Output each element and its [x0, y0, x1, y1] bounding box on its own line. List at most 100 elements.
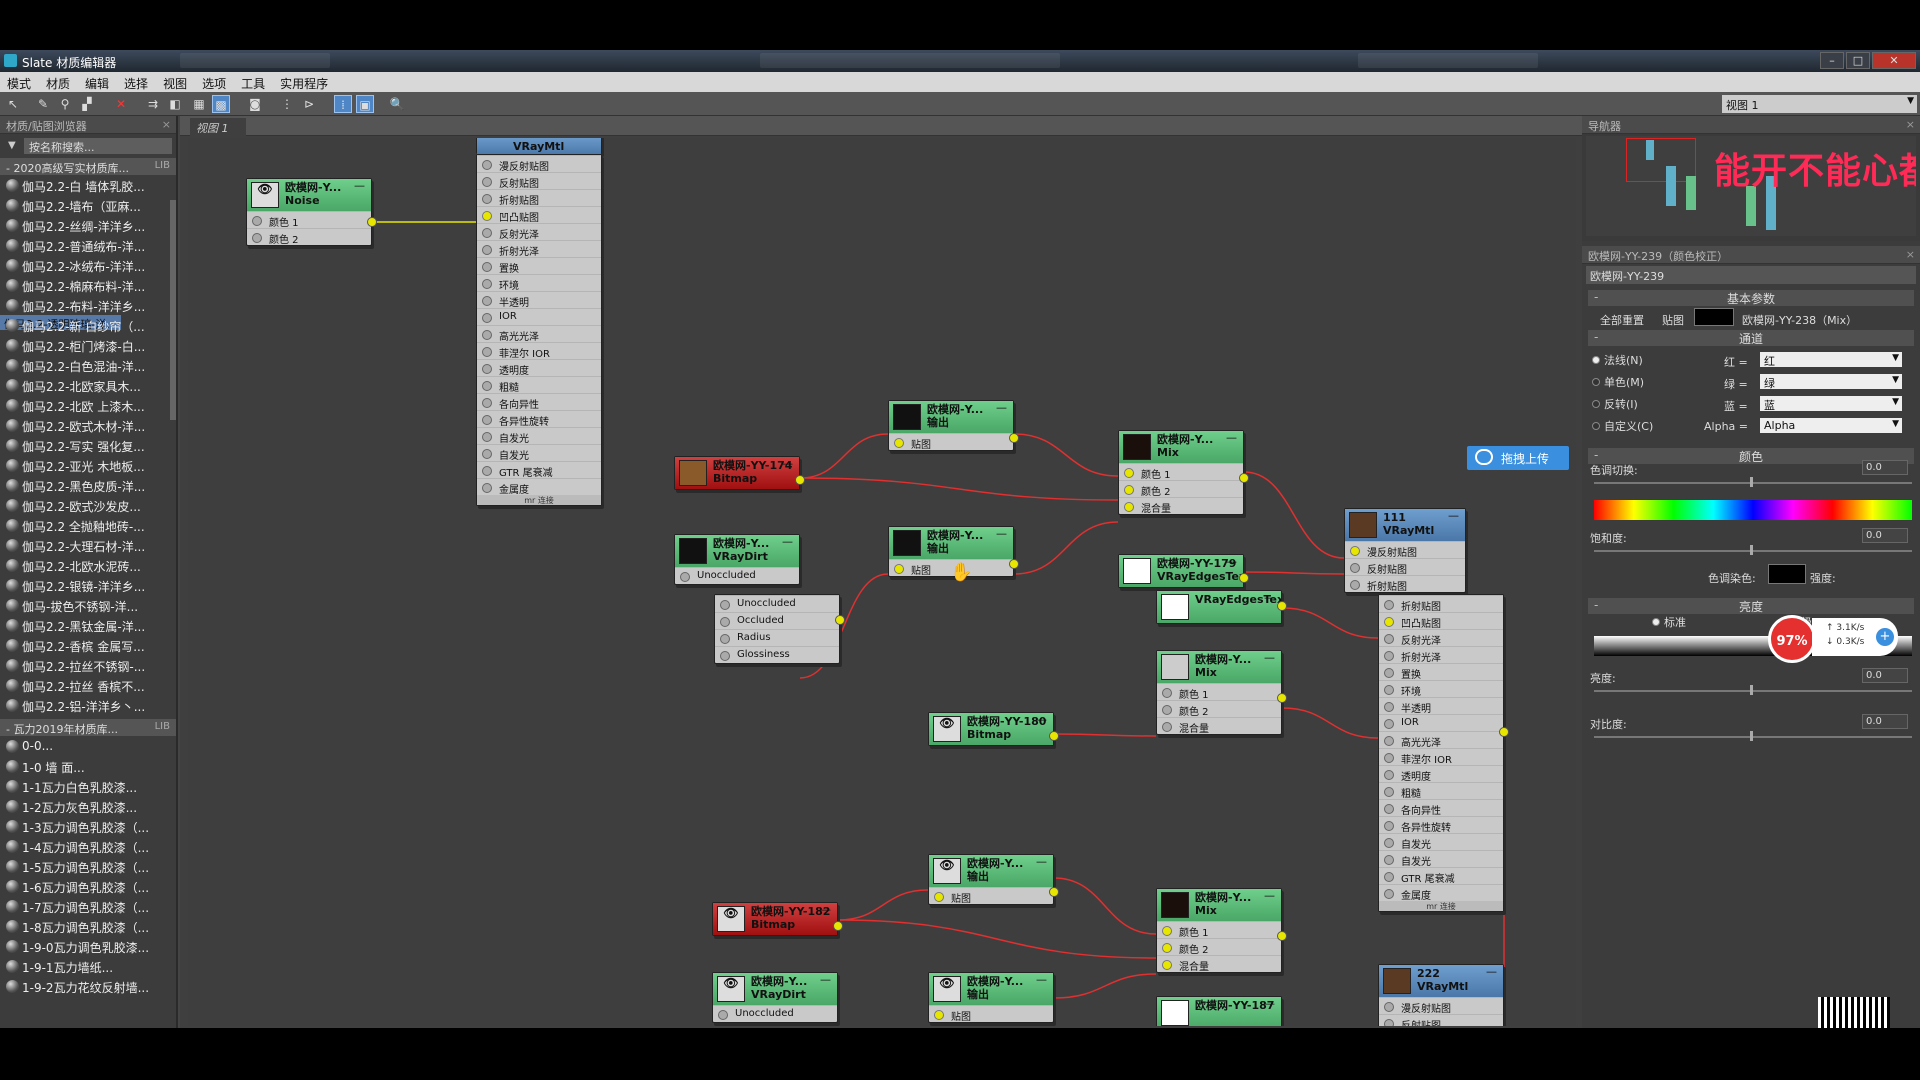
node-header[interactable]: 欧模网-YY-174 Bitmap — — [675, 457, 799, 489]
material-item[interactable]: 伽马2.2-北欧水泥砖... — [0, 555, 176, 575]
node-slot[interactable]: 颜色 1 — [1157, 921, 1281, 939]
red-select[interactable]: 红 ▼ — [1760, 352, 1902, 368]
material-id-icon[interactable]: ◙ — [246, 95, 264, 113]
collapse-icon[interactable]: — — [1486, 965, 1497, 978]
output-socket[interactable] — [367, 217, 377, 227]
collapse-icon[interactable]: — — [1036, 855, 1047, 868]
tint-swatch[interactable] — [1768, 564, 1806, 584]
node-preview[interactable]: 👁 — [933, 858, 961, 884]
node-header[interactable]: 222 VRayMtl — — [1379, 965, 1503, 997]
material-item[interactable]: 伽马2.2-银镜-洋洋乡... — [0, 575, 176, 595]
material-item[interactable]: 伽马2.2-写实 强化复... — [0, 435, 176, 455]
show-map-icon[interactable]: ▞ — [78, 95, 96, 113]
node-slot[interactable]: IOR — [477, 308, 601, 325]
collapse-icon[interactable]: — — [1226, 431, 1237, 444]
maximize-button[interactable]: □ — [1846, 52, 1870, 69]
node-slot[interactable]: Unoccluded — [713, 1005, 837, 1022]
node-slot[interactable]: 自发光 — [477, 427, 601, 445]
material-node[interactable]: VRayMtl — [476, 138, 602, 155]
collapse-icon[interactable]: — — [1036, 713, 1047, 726]
material-item[interactable]: 伽马2.2-黑钛金属-洋... — [0, 615, 176, 635]
connection-wire[interactable] — [837, 919, 1157, 959]
material-item[interactable]: 1-0 墙 面... — [0, 756, 176, 776]
node-slot[interactable]: 折射光泽 — [477, 240, 601, 258]
node-slot[interactable]: 各异性旋转 — [477, 410, 601, 428]
node-slot[interactable]: 反射贴图 — [1345, 558, 1465, 576]
channel-radio[interactable]: 单色(M) — [1592, 374, 1644, 390]
material-node[interactable]: 👁 欧模网-YY-180 Bitmap — — [928, 712, 1059, 746]
pick-material-icon[interactable]: ✎ — [34, 95, 52, 113]
node-slot[interactable]: 自发光 — [1379, 850, 1503, 868]
tab-view1[interactable]: 视图 1 — [190, 118, 246, 136]
node-slot[interactable]: 贴图 — [929, 887, 1053, 905]
node-slot[interactable]: 混合量 — [1157, 717, 1281, 735]
node-slot[interactable]: 贴图 — [929, 1005, 1053, 1023]
node-slot[interactable]: GTR 尾衰减 — [477, 461, 601, 479]
output-socket[interactable] — [1239, 473, 1249, 483]
material-node[interactable]: 222VRayMtl—漫反射贴图反射贴图 — [1378, 964, 1504, 1026]
material-node[interactable]: 欧模网-YY-174 Bitmap — — [674, 456, 805, 490]
reset-all-button[interactable]: 全部重置 — [1600, 312, 1644, 328]
material-item[interactable]: 伽马2.2-棉麻布料-洋... — [0, 275, 176, 295]
material-item[interactable]: 伽马2.2-香槟 金属写... — [0, 635, 176, 655]
connection-wire[interactable] — [1053, 733, 1157, 737]
node-slot[interactable]: 粗糙 — [1379, 782, 1503, 800]
connection-wire[interactable] — [1243, 471, 1345, 559]
node-slot[interactable]: 金属度 — [477, 478, 601, 496]
menu-item[interactable]: 编辑 — [78, 72, 117, 92]
menu-item[interactable]: 材质 — [39, 72, 78, 92]
node-slot[interactable]: Glossiness — [715, 646, 839, 663]
node-slot[interactable]: 各异性旋转 — [1379, 816, 1503, 834]
material-item[interactable]: 伽马2.2-北欧 上漆木... — [0, 395, 176, 415]
channel-radio[interactable]: 法线(N) — [1592, 352, 1643, 368]
rollout-channel[interactable]: - 通道 — [1588, 330, 1914, 346]
upload-button[interactable]: 拖拽上传 — [1467, 446, 1569, 470]
material-item[interactable]: 1-2瓦力灰色乳胶漆... — [0, 796, 176, 816]
material-node[interactable]: 欧模网-YY-179 VRayEdgesTex — — [1118, 554, 1249, 588]
menu-item[interactable]: 选项 — [195, 72, 234, 92]
node-slot[interactable]: 菲涅尔 IOR — [1379, 748, 1503, 766]
output-socket[interactable] — [1009, 559, 1019, 569]
zoom-icon[interactable]: 🔍 — [388, 95, 406, 113]
material-item[interactable]: 1-9-2瓦力花纹反射墙... — [0, 976, 176, 996]
node-slot[interactable]: 粗糙 — [477, 376, 601, 394]
brightness-slider[interactable] — [1594, 690, 1912, 692]
output-socket[interactable] — [1009, 433, 1019, 443]
node-slot[interactable]: 透明度 — [1379, 765, 1503, 783]
connection-wire[interactable] — [837, 889, 929, 921]
output-socket[interactable] — [1277, 931, 1287, 941]
rollout-brightness[interactable]: - 亮度 — [1588, 598, 1914, 614]
connection-wire[interactable] — [1013, 521, 1119, 575]
node-header[interactable]: 👁 欧模网-Y... 输出 — — [929, 973, 1053, 1005]
menu-item[interactable]: 视图 — [156, 72, 195, 92]
node-header[interactable]: 👁 欧模网-Y... Noise — — [247, 179, 371, 211]
node-preview[interactable] — [1349, 512, 1377, 538]
layout-children-icon[interactable]: ⊳ — [300, 95, 318, 113]
material-item[interactable]: 伽马2.2-墙布（亚麻... — [0, 195, 176, 215]
node-header[interactable]: 欧模网-Y... VRayDirt — — [675, 535, 799, 567]
output-socket[interactable] — [1499, 727, 1509, 737]
material-item[interactable]: 0-0... — [0, 736, 176, 756]
output-socket[interactable] — [795, 475, 805, 485]
material-item[interactable]: 伽马2.2-北欧家具木... — [0, 375, 176, 395]
material-item[interactable]: 伽马2.2-黑色皮质-洋... — [0, 475, 176, 495]
material-node[interactable]: 111 VRayMtl — 漫反射贴图 反射贴图 折射贴图 — [1344, 508, 1466, 593]
material-item[interactable]: 伽马-拔色不锈钢-洋... — [0, 595, 176, 615]
node-slot[interactable]: 颜色 2 — [1157, 700, 1281, 718]
node-slot[interactable]: Unoccluded — [675, 567, 799, 584]
output-socket[interactable] — [1049, 887, 1059, 897]
node-slot[interactable]: Radius — [715, 629, 839, 646]
material-node[interactable]: 漫反射贴图 反射贴图 折射贴图 凹凸贴图 反射光泽 折射光泽 置换 环境 半透明 IOR 高光光泽菲… — [476, 154, 602, 506]
material-item[interactable]: 1-9-1瓦力墙纸... — [0, 956, 176, 976]
plus-icon[interactable]: + — [1876, 628, 1894, 646]
material-item[interactable]: 伽马2.2-拉丝 香槟不... — [0, 675, 176, 695]
connection-wire[interactable] — [799, 477, 1119, 501]
node-slot[interactable]: 混合量 — [1119, 497, 1243, 515]
node-preview[interactable] — [679, 538, 707, 564]
node-preview[interactable] — [893, 404, 921, 430]
node-slot[interactable]: 颜色 2 — [1119, 480, 1243, 498]
node-slot[interactable]: 反射光泽 — [1379, 629, 1503, 647]
material-node[interactable]: 👁 欧模网-Y... 输出 — 贴图 — [928, 854, 1059, 905]
node-preview[interactable]: 👁 — [717, 976, 745, 1002]
show-background-icon[interactable]: ▦ — [190, 95, 208, 113]
